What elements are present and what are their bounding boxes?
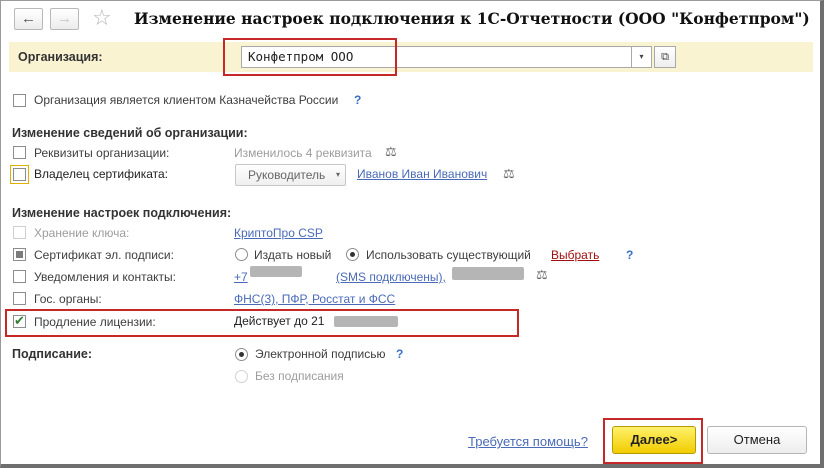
certificate-help-icon[interactable]: ? (626, 248, 633, 262)
open-icon: ⧉ (661, 51, 669, 63)
arrow-left-icon: ← (21, 10, 36, 27)
requisites-checkbox[interactable] (13, 146, 26, 159)
signing-none-radio[interactable] (235, 370, 248, 383)
certificate-existing-label: Использовать существующий (366, 248, 531, 262)
forward-button[interactable]: → (50, 8, 79, 30)
notifications-label: Уведомления и контакты: (34, 270, 176, 284)
arrow-right-icon: → (57, 10, 72, 27)
treasury-checkbox[interactable] (13, 94, 26, 107)
owner-role-select[interactable]: Руководитель ▾ (235, 164, 346, 186)
redacted-email (452, 267, 524, 280)
star-icon[interactable]: ☆ (92, 6, 112, 30)
treasury-label: Организация является клиентом Казначейст… (34, 93, 339, 107)
signing-none-label: Без подписания (255, 369, 344, 383)
gov-label: Гос. органы: (34, 292, 102, 306)
signing-electronic-radio[interactable] (235, 348, 248, 361)
cancel-button[interactable]: Отмена (707, 426, 807, 454)
certificate-new-label: Издать новый (254, 248, 332, 262)
signing-heading: Подписание: (12, 347, 93, 361)
organization-open-button[interactable]: ⧉ (654, 46, 676, 68)
compare-scale-icon[interactable]: ⚖ (503, 166, 515, 182)
highlight-organization (223, 38, 397, 76)
help-link[interactable]: Требуется помощь? (468, 434, 588, 449)
certificate-label: Сертификат эл. подписи: (34, 248, 174, 262)
key-storage-checkbox[interactable] (13, 226, 26, 239)
key-storage-label: Хранение ключа: (34, 226, 130, 240)
owner-role-value: Руководитель (248, 168, 326, 182)
redacted-phone (250, 266, 302, 277)
owner-person-link[interactable]: Иванов Иван Иванович (357, 167, 487, 181)
chevron-down-icon: ▾ (335, 170, 340, 179)
gov-checkbox[interactable] (13, 292, 26, 305)
treasury-help-icon[interactable]: ? (354, 93, 361, 107)
compare-scale-icon[interactable]: ⚖ (536, 267, 548, 283)
highlight-license (5, 309, 519, 337)
owner-checkbox[interactable] (10, 165, 29, 184)
gov-link[interactable]: ФНС(3), ПФР, Росстат и ФСС (234, 292, 395, 306)
key-storage-link[interactable]: КриптоПро CSP (234, 226, 323, 240)
certificate-new-radio[interactable] (235, 248, 248, 261)
signing-electronic-label: Электронной подписью (255, 347, 386, 361)
highlight-next (603, 418, 703, 464)
certificate-checkbox[interactable] (13, 248, 26, 261)
organization-label: Организация: (18, 50, 103, 64)
owner-label: Владелец сертификата: (34, 167, 168, 181)
compare-scale-icon[interactable]: ⚖ (385, 144, 397, 160)
back-button[interactable]: ← (14, 8, 43, 30)
notifications-sms-link[interactable]: (SMS подключены), (336, 270, 446, 284)
requisites-value: Изменилось 4 реквизита (234, 146, 372, 160)
chevron-down-icon: ▾ (639, 52, 644, 61)
organization-dropdown-button[interactable]: ▾ (632, 46, 652, 68)
certificate-existing-radio[interactable] (346, 248, 359, 261)
window-title: Изменение настроек подключения к 1С-Отче… (134, 9, 810, 28)
connection-heading: Изменение настроек подключения: (12, 206, 232, 220)
requisites-label: Реквизиты организации: (34, 146, 170, 160)
choose-certificate-link[interactable]: Выбрать (551, 248, 599, 262)
signing-help-icon[interactable]: ? (396, 347, 403, 361)
org-changes-heading: Изменение сведений об организации: (12, 126, 248, 140)
notifications-phone-link[interactable]: +7 (234, 270, 248, 284)
notifications-checkbox[interactable] (13, 270, 26, 283)
